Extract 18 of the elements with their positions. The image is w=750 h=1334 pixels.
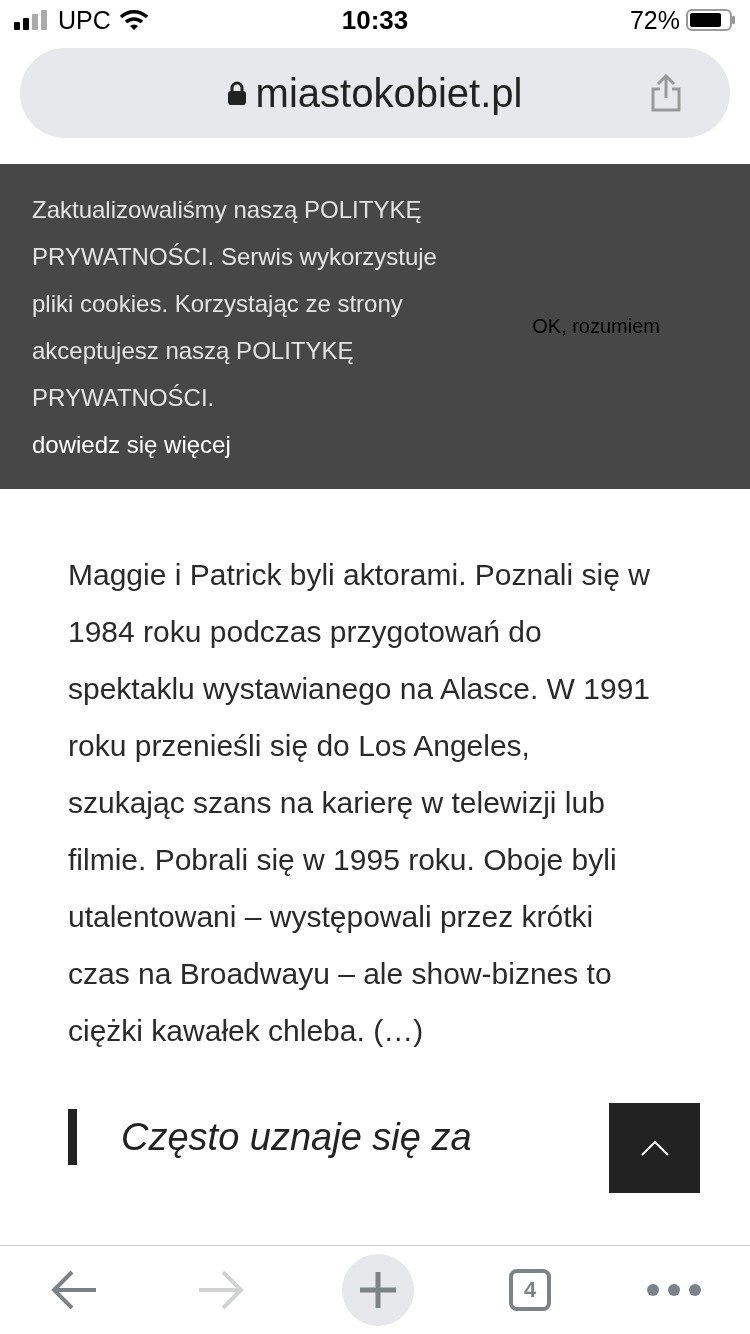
carrier-name: UPC [58, 5, 111, 35]
wifi-icon [118, 9, 149, 31]
learn-more-link[interactable]: dowiedz się więcej [32, 420, 482, 468]
battery-percent: 72% [629, 5, 680, 35]
share-icon[interactable] [650, 74, 682, 112]
clock-time: 10:33 [341, 4, 409, 35]
chevron-up-icon [639, 1140, 670, 1156]
cookie-notice: Zaktualizowaliśmy naszą POLITYKĘ PRYWATNOŚCI. Serwis wykorzystuje pliki cookies. Korzystając ze strony akceptujesz naszą POLITYKĘ PRYWATNOŚCI. dowiedz się więcej [32, 185, 482, 468]
article-paragraph: Maggie i Patrick byli aktorami. Poznali się w 1984 roku podczas przygotowań do spektaklu wystawianego na Alasce. W 1991 roku przenieśli się do Los Angeles, szukając szans na karierę w telewizji lub filmie. Pobrali się w 1995 roku. Oboje byli utalentowani – występowali przez krótki czas na Broadwayu – ale show-biznes to ciężki kawałek chleba. (…) [68, 557, 651, 1049]
more-icon [646, 1283, 703, 1297]
lock-icon [227, 81, 246, 105]
plus-icon [357, 1270, 398, 1310]
battery-icon [686, 9, 736, 31]
url-text: miastokobiet.pl [255, 70, 523, 116]
tab-count-button[interactable]: 4 [509, 1269, 552, 1311]
more-button[interactable] [646, 1283, 703, 1297]
signal-icon [14, 10, 50, 30]
address-bar[interactable]: miastokobiet.pl [20, 48, 730, 138]
